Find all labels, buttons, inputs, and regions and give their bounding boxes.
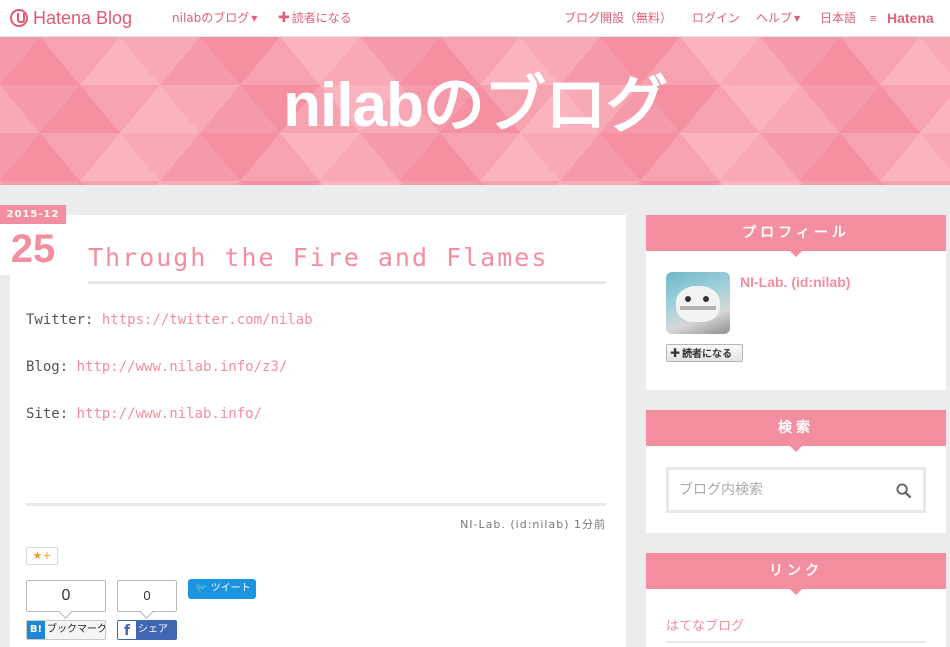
login-link[interactable]: ログイン (692, 0, 740, 37)
star-icon: ★+ (32, 549, 52, 562)
search-box (666, 467, 926, 513)
sidebar-search: 検索 (646, 410, 946, 533)
plus-icon: ✚ (278, 10, 290, 26)
link-hatena-blog[interactable]: はてなブログ (666, 615, 744, 634)
sidebar-links: リンク はてなブログ (646, 553, 946, 647)
caret-down-icon: ▼ (251, 14, 258, 23)
facebook-icon: f (118, 621, 136, 639)
hatena-logo[interactable]: ≡ Hatena (870, 0, 934, 37)
subscribe-button-label: 読者になる (682, 349, 733, 360)
sidebar-profile: プロフィール NI-Lab. (id:nilab) ✚ 読者になる (646, 215, 946, 390)
hatebu-icon: B! (27, 621, 45, 639)
start-blog-link[interactable]: ブログ開設（無料） (564, 0, 672, 37)
help-menu[interactable]: ヘルプ ▼ (756, 0, 800, 37)
hatena-blog-logo-icon (10, 9, 28, 27)
search-icon[interactable] (896, 483, 911, 498)
hatena-logo-icon: ≡ (870, 13, 877, 25)
blog-link[interactable]: http://www.nilab.info/z3/ (77, 359, 288, 375)
entry-date-day: 25 (10, 227, 56, 271)
hatena-logo-text: Hatena (887, 10, 934, 26)
subscribe-link-label: 読者になる (291, 11, 352, 25)
caret-down-icon: ▼ (794, 14, 801, 23)
blog-label: Blog: (26, 359, 69, 375)
profile-name[interactable]: NI-Lab. (id:nilab) (740, 274, 850, 290)
avatar-cat-image (676, 286, 720, 322)
subscribe-link[interactable]: ✚ 読者になる (278, 0, 352, 37)
entry-divider (26, 503, 606, 506)
language-link[interactable]: 日本語 (820, 0, 856, 37)
profile-heading: プロフィール (646, 215, 946, 257)
twitter-link[interactable]: https://twitter.com/nilab (102, 312, 313, 328)
avatar[interactable] (666, 272, 730, 334)
subscribe-button[interactable]: ✚ 読者になる (666, 344, 743, 362)
link-divider (666, 641, 926, 643)
hatena-blog-logo-text: Hatena Blog (33, 8, 133, 28)
help-menu-label: ヘルプ (756, 11, 793, 25)
links-heading: リンク (646, 553, 946, 595)
facebook-count[interactable]: 0 (117, 580, 177, 612)
tweet-button-label: ツイート (210, 583, 251, 594)
blog-menu-label: nilabのブログ (172, 11, 250, 25)
entry-line-twitter: Twitter: https://twitter.com/nilab (26, 312, 313, 328)
hatebu-count[interactable]: 0 (26, 580, 106, 612)
entry-date-year-month: 2015-12 (0, 205, 66, 224)
global-header: Hatena Blog nilabのブログ ▼ ✚ 読者になる ブログ開設（無料） … (0, 0, 950, 37)
add-star-button[interactable]: ★+ (26, 547, 58, 565)
entry-title[interactable]: Through the Fire and Flames (88, 238, 606, 284)
twitter-label: Twitter: (26, 312, 94, 328)
search-input[interactable] (679, 478, 879, 502)
blog-title[interactable]: nilabのブログ (0, 37, 950, 185)
tweet-button[interactable]: 🐦 ツイート (188, 579, 256, 599)
entry-author-time[interactable]: NI-Lab. (id:nilab) 1分前 (460, 516, 606, 532)
plus-icon: ✚ (670, 346, 681, 360)
facebook-share-label: シェア (138, 624, 168, 635)
entry-date[interactable]: 2015-12 25 (0, 205, 66, 275)
blog-header: nilabのブログ (0, 37, 950, 185)
twitter-bird-icon: 🐦 (195, 583, 208, 594)
hatena-blog-logo[interactable]: Hatena Blog (10, 0, 132, 37)
facebook-share-button[interactable]: f シェア (117, 620, 177, 640)
hatebu-button[interactable]: B! ブックマーク (26, 620, 106, 640)
site-label: Site: (26, 406, 69, 422)
entry-line-blog: Blog: http://www.nilab.info/z3/ (26, 359, 287, 375)
search-heading: 検索 (646, 410, 946, 452)
hatebu-button-label: ブックマーク (47, 624, 106, 635)
site-link[interactable]: http://www.nilab.info/ (77, 406, 262, 422)
blog-menu[interactable]: nilabのブログ ▼ (172, 0, 257, 37)
entry-line-site: Site: http://www.nilab.info/ (26, 406, 262, 422)
